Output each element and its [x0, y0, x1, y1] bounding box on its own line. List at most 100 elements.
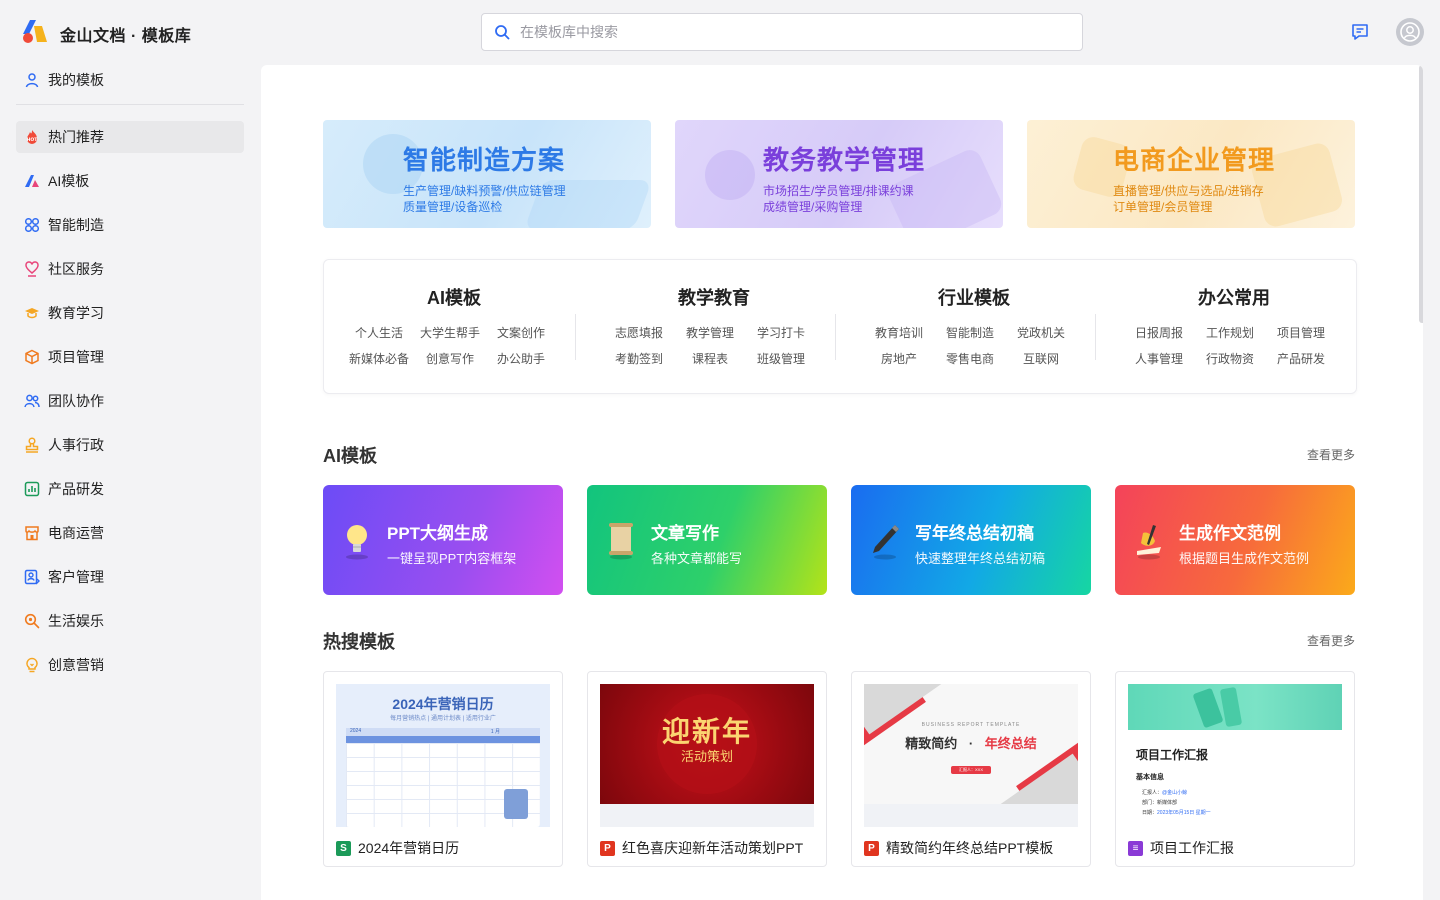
feedback-icon[interactable] — [1347, 19, 1373, 45]
category-title[interactable]: 办公常用 — [1104, 284, 1364, 310]
category-link[interactable]: 房地产 — [864, 350, 934, 367]
category-link[interactable]: 新媒体必备 — [344, 350, 414, 367]
template-name: 精致简约年终总结PPT模板 — [886, 840, 1054, 856]
category-title[interactable]: 教学教育 — [584, 284, 844, 310]
view-more-hot-link[interactable]: 查看更多 — [1307, 632, 1355, 649]
category-link[interactable]: 零售电商 — [935, 350, 1005, 367]
ai-card-subtitle: 快速整理年终总结初稿 — [915, 551, 1046, 566]
sidebar-item-label: 生活娱乐 — [48, 613, 104, 629]
graduation-cap-icon — [24, 305, 40, 321]
category-link[interactable]: 学习打卡 — [746, 324, 816, 341]
template-name: 红色喜庆迎新年活动策划PPT — [622, 840, 804, 856]
sidebar-item-project[interactable]: 项目管理 — [16, 341, 244, 373]
template-thumbnail: 2024年营销日历 每月营销热点 | 通用计划表 | 适用行业广 2024 1 … — [336, 684, 550, 827]
category-divider — [575, 314, 576, 360]
scrollbar-thumb[interactable] — [1419, 65, 1423, 323]
sheet-type-icon: S — [336, 840, 351, 856]
template-card-marketing-calendar[interactable]: 2024年营销日历 每月营销热点 | 通用计划表 | 适用行业广 2024 1 … — [323, 671, 563, 867]
sidebar-item-my-templates[interactable]: 我的模板 — [16, 64, 244, 96]
category-link[interactable]: 互联网 — [1006, 350, 1076, 367]
category-link[interactable]: 文案创作 — [486, 324, 556, 341]
manufacturing-icon — [24, 217, 40, 233]
category-link[interactable]: 个人生活 — [344, 324, 414, 341]
sidebar-item-customer[interactable]: 客户管理 — [16, 561, 244, 593]
avatar[interactable] — [1396, 18, 1424, 46]
view-more-ai-link[interactable]: 查看更多 — [1307, 446, 1355, 463]
banner-education[interactable]: 教务教学管理 市场招生/学员管理/排课约课 成绩管理/采购管理 — [675, 120, 1003, 228]
category-link[interactable]: 日报周报 — [1124, 324, 1194, 341]
sidebar: 我的模板 HOT 热门推荐 AI模板 智能制造 社区服务 教育学习 项目管理 团… — [16, 64, 244, 693]
category-link[interactable]: 课程表 — [675, 350, 745, 367]
category-divider — [835, 314, 836, 360]
template-name-row: P 红色喜庆迎新年活动策划PPT — [600, 838, 803, 858]
category-link[interactable]: 行政物资 — [1195, 350, 1265, 367]
thumb-title-dot: · — [968, 736, 974, 751]
template-name: 2024年营销日历 — [358, 840, 460, 856]
sidebar-item-manufacturing[interactable]: 智能制造 — [16, 209, 244, 241]
search-box[interactable] — [481, 13, 1083, 51]
sidebar-item-hot[interactable]: HOT 热门推荐 — [16, 121, 244, 153]
sidebar-item-label: 电商运营 — [48, 525, 104, 541]
category-link[interactable]: 大学生帮手 — [415, 324, 485, 341]
sidebar-item-community[interactable]: 社区服务 — [16, 253, 244, 285]
category-title[interactable]: 行业模板 — [844, 284, 1104, 310]
category-link[interactable]: 办公助手 — [486, 350, 556, 367]
store-icon — [24, 525, 40, 541]
search-input[interactable] — [520, 24, 1060, 40]
brand-title[interactable]: 金山文档 · 模板库 — [60, 22, 191, 46]
svg-text:HOT: HOT — [27, 137, 39, 143]
ppt-type-icon: P — [864, 840, 879, 856]
ai-card-essay-sample[interactable]: 生成作文范例 根据题目生成作文范例 — [1115, 485, 1355, 595]
sidebar-divider — [16, 104, 244, 105]
category-link[interactable]: 考勤签到 — [604, 350, 674, 367]
category-link[interactable]: 智能制造 — [935, 324, 1005, 341]
category-link[interactable]: 教育培训 — [864, 324, 934, 341]
banner-decoration — [705, 150, 755, 200]
sidebar-item-product[interactable]: 产品研发 — [16, 473, 244, 505]
template-card-project-report[interactable]: 项目工作汇报 基本信息 汇报人：@金山小鲸 部门：新媒体部 日期：2023年05… — [1115, 671, 1355, 867]
category-link[interactable]: 工作规划 — [1195, 324, 1265, 341]
team-icon — [24, 393, 40, 409]
kdocs-logo-icon[interactable] — [20, 18, 48, 44]
sidebar-item-marketing[interactable]: 创意营销 — [16, 649, 244, 681]
doc-type-icon: ≡ — [1128, 840, 1143, 856]
ai-card-article-writing[interactable]: 文章写作 各种文章都能写 — [587, 485, 827, 595]
category-office: 办公常用 日报周报 工作规划 项目管理 人事管理 行政物资 产品研发 — [1104, 260, 1364, 395]
category-link[interactable]: 项目管理 — [1266, 324, 1336, 341]
category-link[interactable]: 创意写作 — [415, 350, 485, 367]
category-title[interactable]: AI模板 — [324, 284, 584, 310]
sidebar-item-education[interactable]: 教育学习 — [16, 297, 244, 329]
banner-ecommerce[interactable]: 电商企业管理 直播管理/供应与选品/进销存 订单管理/会员管理 — [1027, 120, 1355, 228]
sidebar-item-team[interactable]: 团队协作 — [16, 385, 244, 417]
ai-card-year-end-summary[interactable]: 写年终总结初稿 快速整理年终总结初稿 — [851, 485, 1091, 595]
sidebar-item-label: 客户管理 — [48, 569, 104, 585]
sidebar-item-ecommerce[interactable]: 电商运营 — [16, 517, 244, 549]
category-link[interactable]: 党政机关 — [1006, 324, 1076, 341]
ai-card-subtitle: 根据题目生成作文范例 — [1179, 551, 1310, 566]
banner-title: 智能制造方案 — [403, 145, 566, 175]
sidebar-item-hr[interactable]: 人事行政 — [16, 429, 244, 461]
banner-subtitle-line: 质量管理/设备巡检 — [403, 200, 503, 214]
category-link[interactable]: 班级管理 — [746, 350, 816, 367]
banner-manufacturing[interactable]: 智能制造方案 生产管理/缺料预警/供应链管理 质量管理/设备巡检 — [323, 120, 651, 228]
sidebar-item-label: 智能制造 — [48, 217, 104, 233]
template-card-new-year-ppt[interactable]: 迎新年 活动策划 P 红色喜庆迎新年活动策划PPT — [587, 671, 827, 867]
template-card-year-end-ppt[interactable]: BUSINESS REPORT TEMPLATE 精致简约 · 年终总结 汇报人… — [851, 671, 1091, 867]
ai-card-ppt-outline[interactable]: PPT大纲生成 一键呈现PPT内容框架 — [323, 485, 563, 595]
sidebar-item-entertainment[interactable]: 生活娱乐 — [16, 605, 244, 637]
category-link[interactable]: 志愿填报 — [604, 324, 674, 341]
category-link[interactable]: 产品研发 — [1266, 350, 1336, 367]
category-link[interactable]: 教学管理 — [675, 324, 745, 341]
red-slide-background: 迎新年 活动策划 — [600, 684, 814, 804]
category-teaching: 教学教育 志愿填报 教学管理 学习打卡 考勤签到 课程表 班级管理 — [584, 260, 844, 395]
thumb-title: 2024年营销日历 — [392, 696, 494, 712]
ai-card-subtitle: 一键呈现PPT内容框架 — [387, 551, 517, 566]
sidebar-item-label: 项目管理 — [48, 349, 104, 365]
template-thumbnail: 项目工作汇报 基本信息 汇报人：@金山小鲸 部门：新媒体部 日期：2023年05… — [1128, 684, 1342, 827]
category-link[interactable]: 人事管理 — [1124, 350, 1194, 367]
user-icon — [1400, 22, 1420, 42]
sidebar-item-ai[interactable]: AI模板 — [16, 165, 244, 197]
slide-background: BUSINESS REPORT TEMPLATE 精致简约 · 年终总结 汇报人… — [864, 684, 1078, 804]
top-header: 金山文档 · 模板库 — [0, 0, 1440, 64]
box-icon — [24, 349, 40, 365]
